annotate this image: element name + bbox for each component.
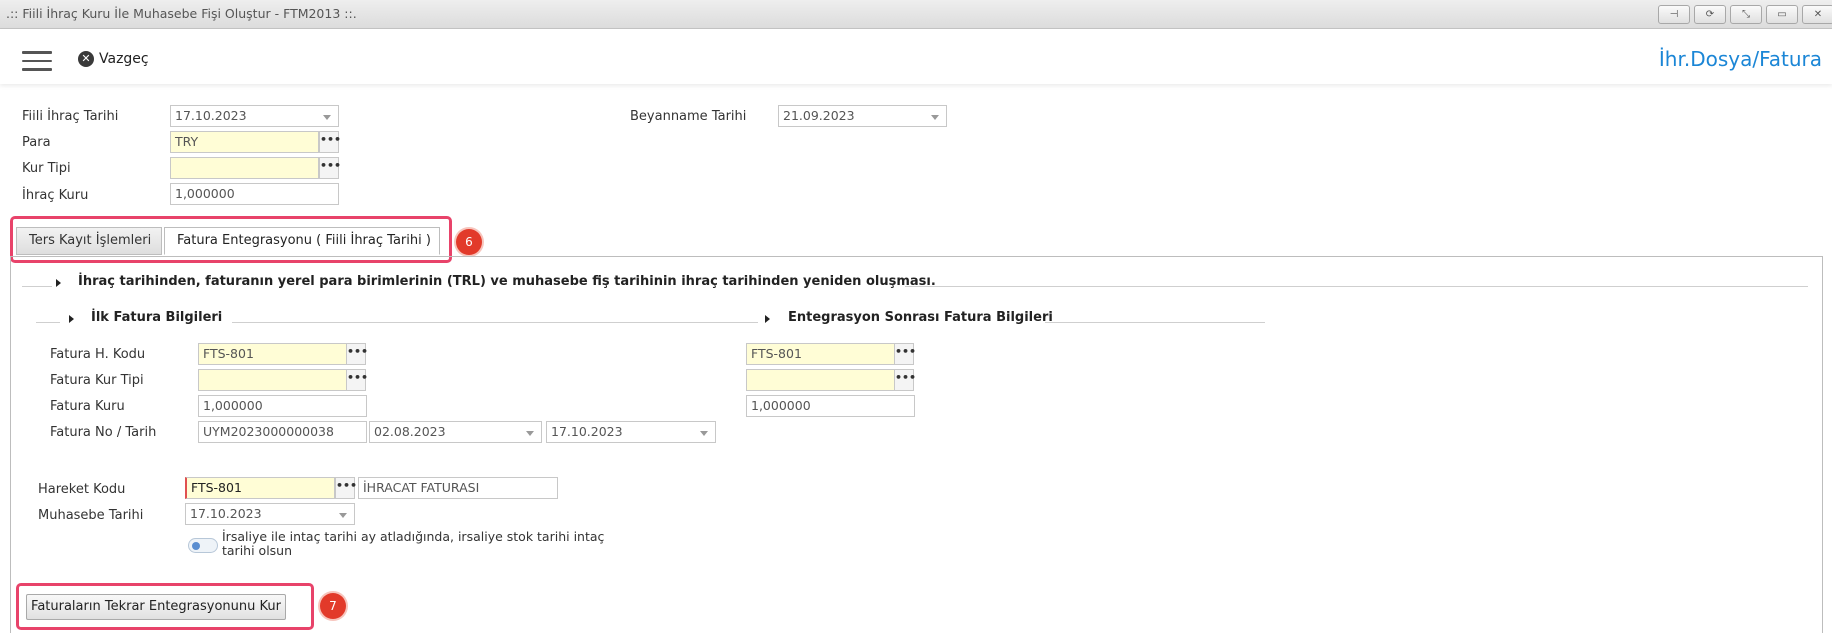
ihrac-kuru-input[interactable]: 1,000000 — [170, 183, 339, 205]
irsaliye-tarihi-toggle[interactable] — [188, 538, 218, 553]
expand-triangle-icon[interactable] — [765, 315, 770, 323]
highlight-box-button — [16, 583, 314, 630]
beyanname-tarihi-label: Beyanname Tarihi — [630, 109, 747, 124]
step-badge-6: 6 — [456, 229, 482, 255]
fatura-tarih2-input[interactable]: 17.10.2023 — [546, 421, 716, 443]
fatura-kur-tipi-label: Fatura Kur Tipi — [50, 373, 144, 388]
expand-triangle-icon[interactable] — [56, 279, 61, 287]
sonrasi-kur-tipi-lookup-button[interactable]: ••• — [894, 369, 916, 391]
fatura-tarih1-input[interactable]: 02.08.2023 — [369, 421, 542, 443]
refresh-icon[interactable]: ⟳ — [1694, 5, 1726, 24]
sonrasi-kur-tipi-input[interactable] — [746, 369, 895, 391]
fatura-h-kodu-lookup-button[interactable]: ••• — [346, 343, 368, 365]
ihr-dosya-fatura-link[interactable]: İhr.Dosya/Fatura — [1659, 47, 1822, 71]
para-label: Para — [22, 135, 51, 150]
maximize-icon[interactable]: ▭ — [1766, 5, 1798, 24]
fatura-no-tarih-label: Fatura No / Tarih — [50, 425, 157, 440]
fiili-ihrac-tarihi-label: Fiili İhraç Tarihi — [22, 109, 119, 124]
hareket-kodu-label: Hareket Kodu — [38, 482, 126, 497]
fatura-h-kodu-label: Fatura H. Kodu — [50, 347, 146, 362]
hareket-kodu-input[interactable]: FTS-801 — [185, 477, 335, 499]
pin-icon[interactable]: ⊣ — [1658, 5, 1690, 24]
hamburger-menu-icon[interactable] — [22, 51, 52, 71]
ihrac-kuru-label: İhraç Kuru — [22, 188, 89, 203]
window-titlebar: .:: Fiili İhraç Kuru İle Muhasebe Fişi O… — [0, 0, 1832, 29]
ilk-fatura-title: İlk Fatura Bilgileri — [91, 310, 223, 325]
hareket-kodu-lookup-button[interactable]: ••• — [335, 477, 357, 499]
step-badge-7: 7 — [320, 593, 346, 619]
window-title: .:: Fiili İhraç Kuru İle Muhasebe Fişi O… — [6, 6, 357, 21]
kur-tipi-input[interactable] — [170, 157, 319, 179]
sonrasi-kuru-input[interactable]: 1,000000 — [746, 395, 915, 417]
sonrasi-h-kodu-input[interactable]: FTS-801 — [746, 343, 895, 365]
beyanname-tarihi-input[interactable]: 21.09.2023 — [778, 105, 947, 127]
kur-tipi-lookup-button[interactable]: ••• — [319, 157, 341, 179]
fatura-kur-tipi-input[interactable] — [198, 369, 347, 391]
cancel-button[interactable]: Vazgeç — [99, 51, 149, 67]
muhasebe-tarihi-label: Muhasebe Tarihi — [38, 508, 144, 523]
expand-triangle-icon[interactable] — [69, 315, 74, 323]
fatura-kur-tipi-lookup-button[interactable]: ••• — [346, 369, 368, 391]
panel-description: İhraç tarihinden, faturanın yerel para b… — [78, 274, 936, 289]
close-icon[interactable]: ✕ — [1802, 5, 1832, 24]
restore-icon[interactable]: ⤡ — [1730, 5, 1762, 24]
fatura-h-kodu-input[interactable]: FTS-801 — [198, 343, 347, 365]
divider — [905, 286, 1808, 287]
irsaliye-tarihi-toggle-label: İrsaliye ile intaç tarihi ay atladığında… — [222, 529, 605, 558]
sonrasi-h-kodu-lookup-button[interactable]: ••• — [894, 343, 916, 365]
muhasebe-tarihi-input[interactable]: 17.10.2023 — [185, 503, 355, 525]
para-input[interactable]: TRY — [170, 131, 319, 153]
fatura-kuru-input[interactable]: 1,000000 — [198, 395, 367, 417]
toolbar: ✕ Vazgeç İhr.Dosya/Fatura — [0, 29, 1832, 84]
cancel-icon[interactable]: ✕ — [78, 51, 94, 67]
fatura-no-input[interactable]: UYM2023000000038 — [198, 421, 367, 443]
fatura-kuru-label: Fatura Kuru — [50, 399, 125, 414]
kur-tipi-label: Kur Tipi — [22, 161, 71, 176]
divider — [36, 322, 60, 323]
fiili-ihrac-tarihi-input[interactable]: 17.10.2023 — [170, 105, 339, 127]
divider — [22, 286, 52, 287]
entegrasyon-sonrasi-title: Entegrasyon Sonrası Fatura Bilgileri — [788, 310, 1053, 325]
divider — [232, 322, 758, 323]
hareket-kodu-description: İHRACAT FATURASI — [358, 477, 558, 499]
para-lookup-button[interactable]: ••• — [319, 131, 341, 153]
divider — [1045, 322, 1265, 323]
